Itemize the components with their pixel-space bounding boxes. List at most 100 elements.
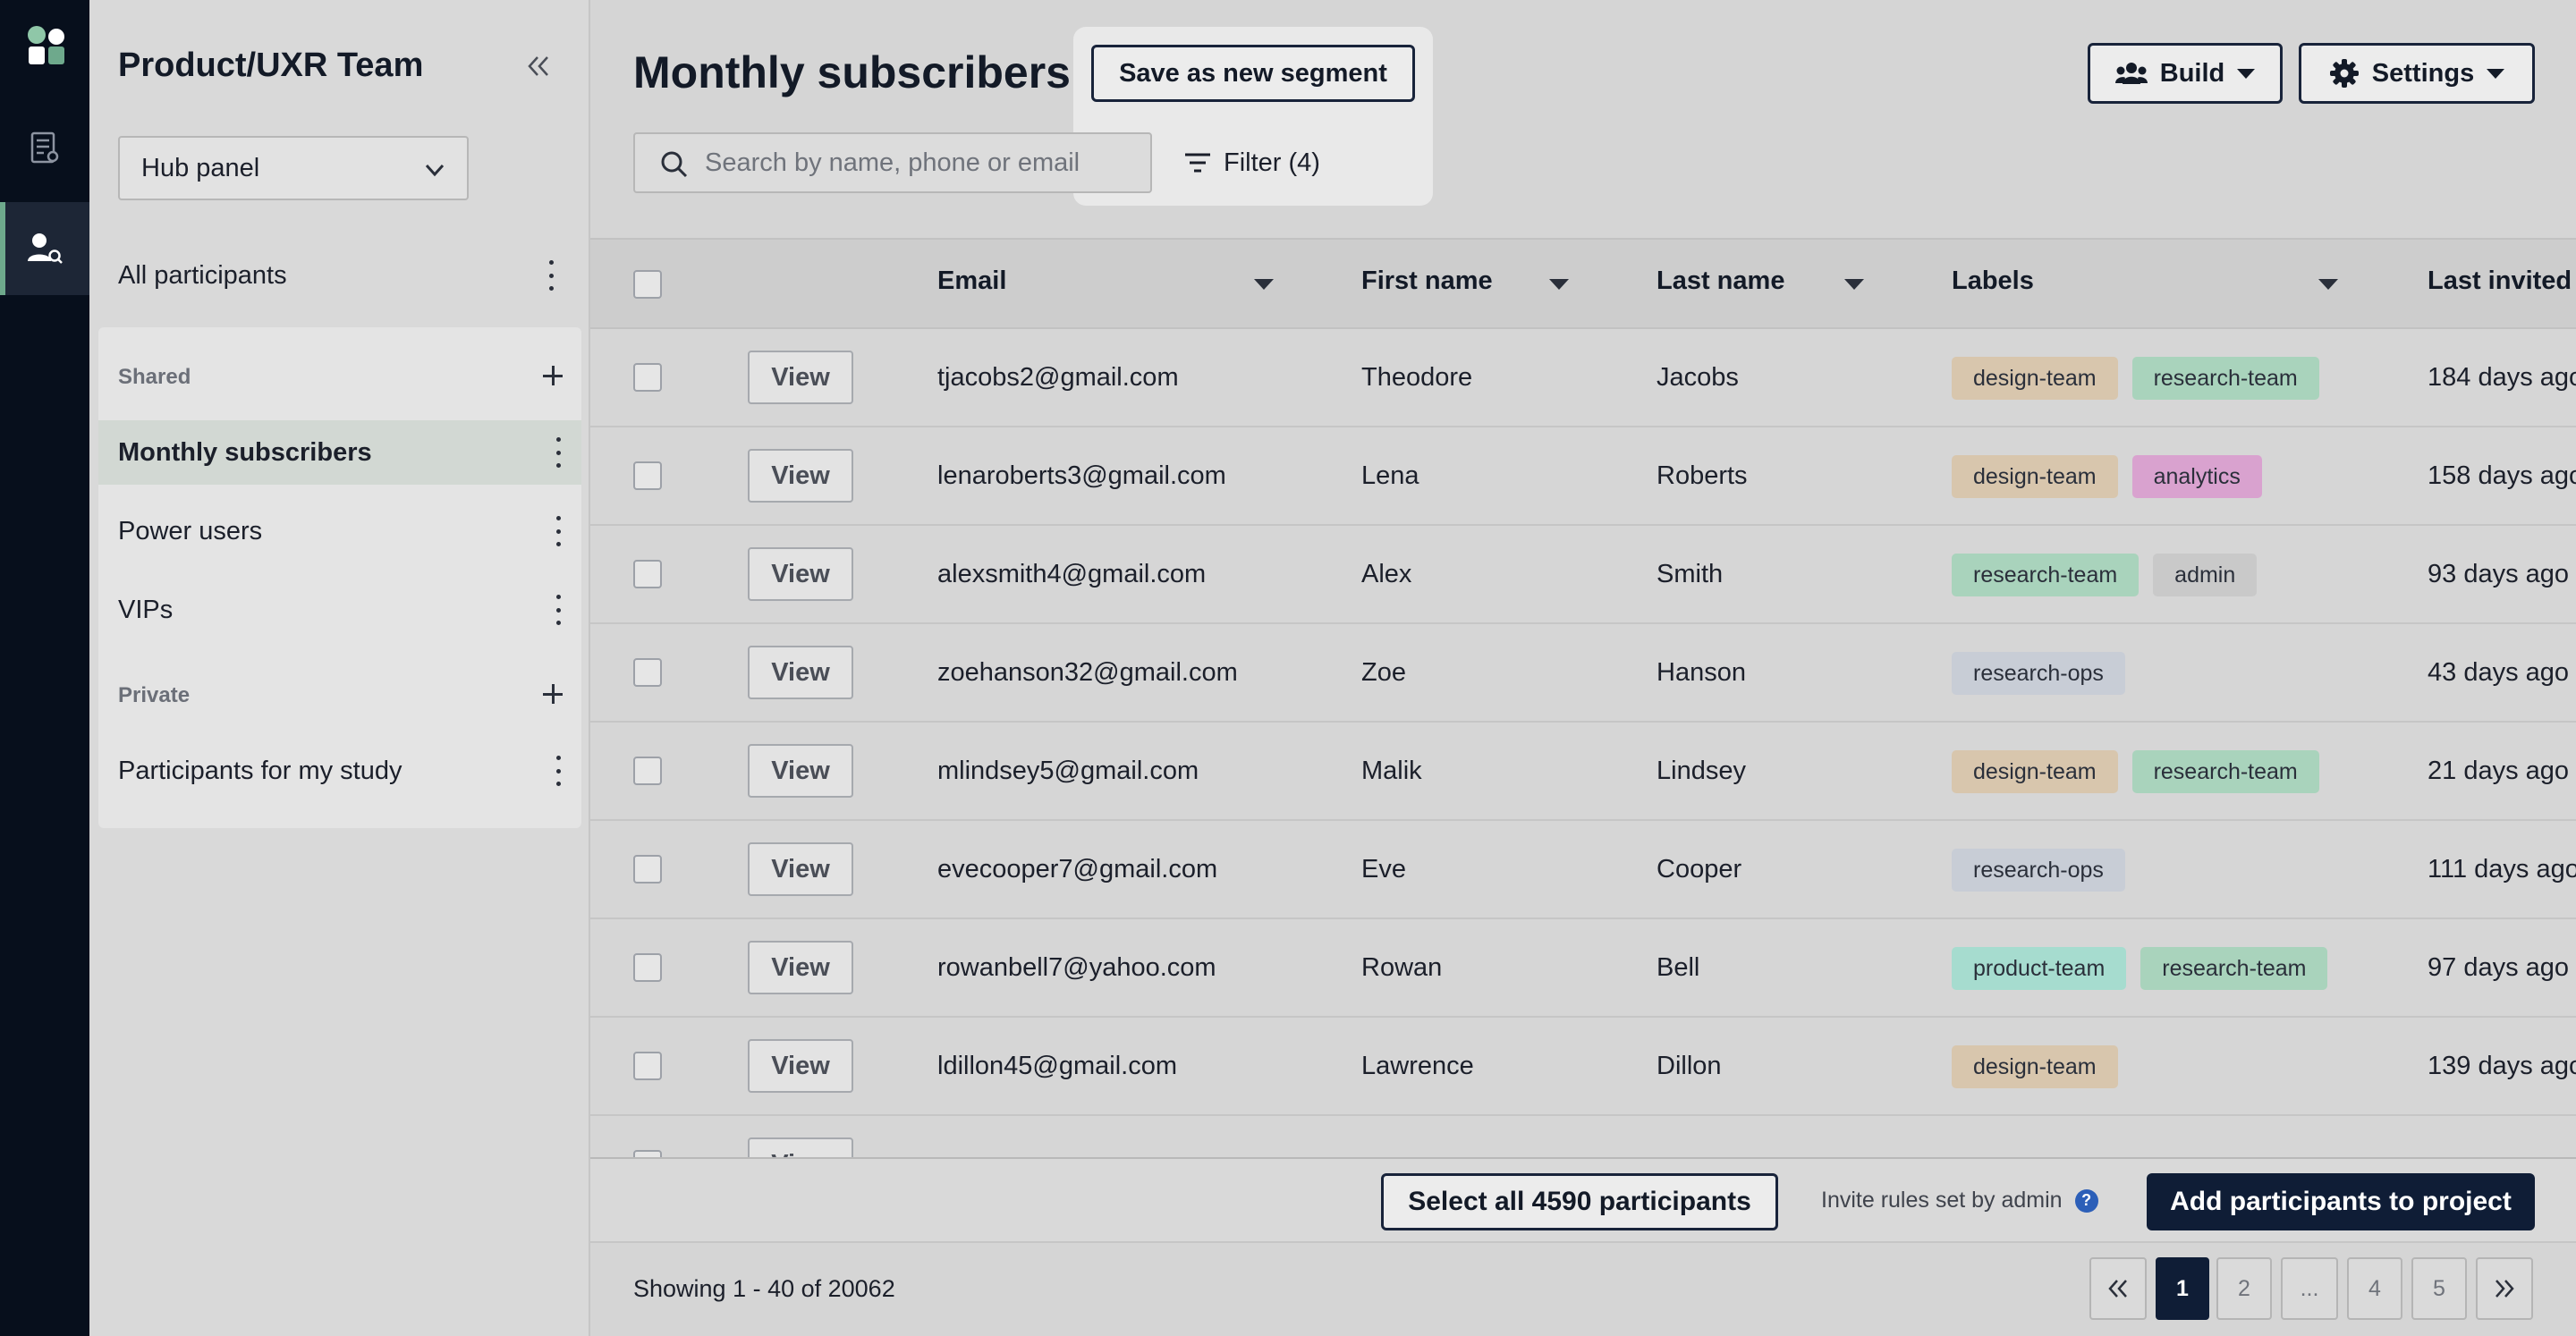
table-row: View evecooper7@gmail.com Eve Cooper 111 day…: [590, 821, 2576, 919]
view-participant-button[interactable]: View: [748, 1137, 853, 1159]
segment-more-icon[interactable]: [553, 516, 564, 546]
search-input[interactable]: Search by name, phone or email: [633, 132, 1152, 193]
build-button[interactable]: Build: [2088, 43, 2283, 104]
page-button-2[interactable]: 2: [2216, 1257, 2272, 1320]
row-checkbox[interactable]: [633, 1052, 662, 1080]
sort-first-name-icon[interactable]: [1549, 279, 1569, 290]
page-button-4[interactable]: 4: [2347, 1257, 2402, 1320]
view-participant-button[interactable]: View: [748, 646, 853, 699]
add-shared-segment-icon[interactable]: [542, 365, 564, 386]
build-label: Build: [2159, 58, 2225, 88]
view-participant-button[interactable]: View: [748, 547, 853, 601]
save-as-new-segment-button[interactable]: Save as new segment: [1091, 45, 1415, 102]
sort-labels-icon[interactable]: [2318, 279, 2338, 290]
all-participants-more-icon[interactable]: [546, 260, 556, 291]
shared-heading: Shared: [118, 365, 191, 389]
segment-item-monthly-subscribers[interactable]: Monthly subscribers: [98, 420, 581, 485]
row-checkbox[interactable]: [633, 658, 662, 687]
cell-email: alexsmith4@gmail.com: [937, 560, 1207, 588]
row-checkbox[interactable]: [633, 953, 662, 982]
cell-last-name: Dillon: [1657, 1052, 1722, 1080]
column-header-first-name[interactable]: First name: [1361, 266, 1493, 296]
view-participant-button[interactable]: View: [748, 1039, 853, 1093]
view-participant-button[interactable]: View: [748, 744, 853, 798]
row-checkbox[interactable]: [633, 855, 662, 884]
table-row: View zoehanson32@gmail.com Zoe Hanson 43 day…: [590, 624, 2576, 723]
invite-rules-label: Invite rules set by admin: [1821, 1188, 2063, 1213]
label-tag: research-team: [2131, 750, 2319, 793]
row-checkbox[interactable]: [633, 461, 662, 490]
cell-first-name: Rowan: [1361, 953, 1443, 982]
label-tag: research-team: [1952, 554, 2140, 596]
select-all-checkbox[interactable]: [633, 270, 662, 299]
cell-email: evecooper7@gmail.com: [937, 855, 1218, 884]
segment-item-vips[interactable]: VIPs: [98, 578, 581, 642]
label-tag: design-team: [1952, 750, 2118, 793]
add-private-segment-icon[interactable]: [542, 683, 564, 705]
page-button-5[interactable]: 5: [2411, 1257, 2467, 1320]
segment-more-icon[interactable]: [553, 595, 564, 625]
sort-email-icon[interactable]: [1254, 279, 1274, 290]
column-header-email[interactable]: Email: [937, 266, 1006, 296]
last-page-button[interactable]: [2476, 1257, 2533, 1320]
column-header-labels[interactable]: Labels: [1952, 266, 2034, 296]
table-row: View lenaroberts3@gmail.com Lena Roberts 158…: [590, 427, 2576, 526]
participants-table-body: View tjacobs2@gmail.com Theodore Jacobs 184 …: [590, 329, 2576, 1159]
segment-item-label: Power users: [118, 516, 263, 545]
table-row: View ldillon45@gmail.com Lawrence Dillon 139…: [590, 1018, 2576, 1116]
all-participants-item[interactable]: All participants: [118, 249, 574, 302]
label-tag: design-team: [1952, 357, 2118, 400]
view-participant-button[interactable]: View: [748, 449, 853, 503]
cell-email: zoehanson32@gmail.com: [937, 658, 1238, 687]
filter-label: Filter (4): [1224, 148, 1320, 177]
view-participant-button[interactable]: View: [748, 351, 853, 404]
cell-last-invited: 158 days ago: [2428, 461, 2576, 490]
segment-item-power-users[interactable]: Power users: [98, 499, 581, 563]
private-heading: Private: [118, 683, 191, 707]
people-icon: [2114, 63, 2148, 84]
sort-last-name-icon[interactable]: [1844, 279, 1864, 290]
column-header-last-invited[interactable]: Last invited: [2428, 266, 2572, 296]
segment-more-icon[interactable]: [553, 437, 564, 468]
view-participant-button[interactable]: View: [748, 941, 853, 994]
label-tag: admin: [2153, 554, 2258, 596]
first-page-button[interactable]: [2089, 1257, 2147, 1320]
select-all-participants-button[interactable]: Select all 4590 participants: [1381, 1173, 1778, 1230]
label-tag: product-team: [1952, 947, 2127, 990]
view-participant-button[interactable]: View: [748, 842, 853, 896]
table-row: View mlindsey5@gmail.com Malik Lindsey 21 da…: [590, 723, 2576, 821]
double-chevron-left-icon: [528, 56, 548, 76]
settings-label: Settings: [2371, 58, 2475, 88]
cell-first-name: Alex: [1361, 560, 1412, 588]
app-logo-icon[interactable]: [27, 25, 66, 68]
segment-more-icon[interactable]: [553, 756, 564, 786]
help-icon[interactable]: ?: [2074, 1188, 2098, 1213]
segment-item-label: Monthly subscribers: [118, 437, 372, 467]
panel-select-value: Hub panel: [141, 153, 260, 182]
app-rail: [0, 0, 89, 1336]
double-chevron-right-icon: [2496, 1280, 2514, 1298]
column-header-last-name[interactable]: Last name: [1657, 266, 1784, 296]
nav-documents[interactable]: [0, 102, 89, 195]
cell-labels: research-ops: [1952, 821, 2125, 919]
table-header: Email First name Last name Labels Last i…: [590, 238, 2576, 329]
filter-button[interactable]: Filter (4): [1184, 132, 1320, 193]
collapse-sidebar-button[interactable]: [522, 50, 555, 82]
label-tag: research-team: [2131, 357, 2319, 400]
add-participants-to-project-button[interactable]: Add participants to project: [2147, 1173, 2535, 1230]
segment-item-participants-for-my-study[interactable]: Participants for my study: [98, 739, 581, 803]
cell-first-name: Eve: [1361, 855, 1406, 884]
row-checkbox[interactable]: [633, 363, 662, 392]
page-button-1[interactable]: 1: [2156, 1257, 2209, 1320]
panel-select[interactable]: Hub panel: [118, 136, 469, 200]
settings-button[interactable]: Settings: [2299, 43, 2535, 104]
nav-participants[interactable]: [0, 202, 89, 295]
main-content: Monthly subscribers Save as new segment …: [590, 0, 2576, 1336]
cell-email: tjacobs2@gmail.com: [937, 363, 1179, 392]
label-tag: design-team: [1952, 1045, 2118, 1088]
cell-last-invited: 139 days ago: [2428, 1052, 2576, 1080]
row-checkbox[interactable]: [633, 560, 662, 588]
row-checkbox[interactable]: [633, 757, 662, 785]
table-row-partial: View: [590, 1116, 2576, 1159]
segment-item-label: Participants for my study: [118, 756, 402, 785]
